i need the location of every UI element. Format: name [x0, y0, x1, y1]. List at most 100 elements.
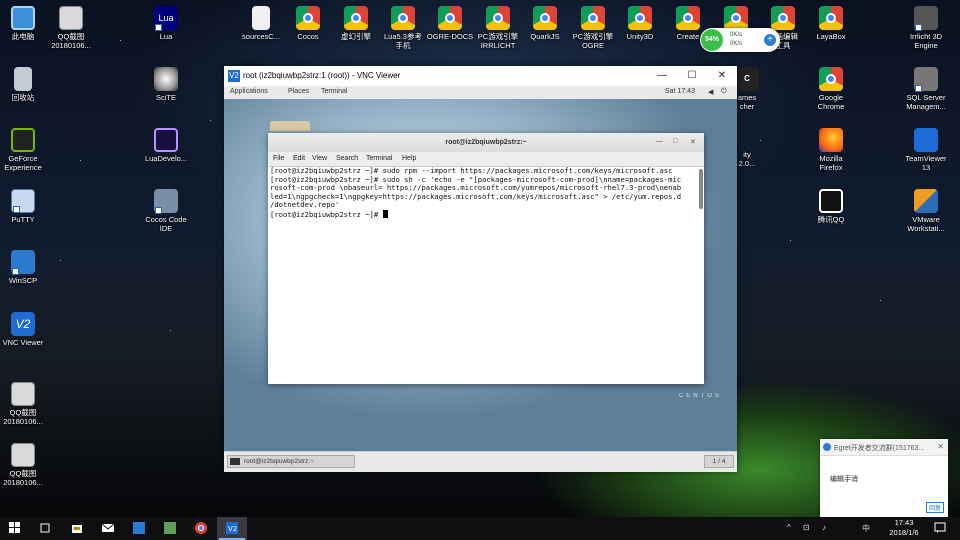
desktop-icon-qq[interactable]: 腾讯QQ: [802, 189, 860, 224]
applications-menu[interactable]: Applications: [230, 88, 268, 95]
desktop-icon-teamviewer[interactable]: TeamViewer 13: [897, 128, 955, 172]
shortcut-arrow-icon: [915, 24, 922, 31]
shortcut-arrow-icon: [13, 206, 20, 213]
terminal-title-bar[interactable]: root@iz2bqiuwbp2strz:~ — □ ✕: [268, 133, 704, 153]
taskbar-app-green[interactable]: [155, 517, 185, 540]
shortcut-arrow-icon: [155, 207, 162, 214]
app-icon: [164, 522, 176, 534]
gnome-clock[interactable]: Sat 17:43: [665, 88, 695, 95]
desktop-icon-cocos-ide[interactable]: Cocos Code IDE: [137, 189, 195, 233]
volume-icon[interactable]: ◀: [708, 88, 713, 96]
firefox-icon: [819, 128, 843, 152]
taskbar-vnc-viewer[interactable]: V2: [217, 517, 247, 540]
desktop-icon-layabox[interactable]: LayaBox: [802, 6, 860, 41]
terminal-maximize-button[interactable]: □: [673, 138, 677, 145]
menu-search[interactable]: Search: [336, 155, 358, 162]
ime-indicator[interactable]: 中: [862, 523, 870, 534]
luadev-icon: [154, 128, 178, 152]
qq-message-notification[interactable]: Egret开发者交流群(151763... ✕ 编辑手消 回复: [820, 439, 948, 517]
desktop-icon-putty[interactable]: PuTTY: [0, 189, 52, 224]
menu-terminal[interactable]: Terminal: [366, 155, 392, 162]
minimize-button[interactable]: —: [647, 66, 677, 86]
taskbar-app-blue[interactable]: [124, 517, 154, 540]
desktop-icon-qq-screenshot[interactable]: QQ截图 20180106...: [0, 382, 52, 426]
gnome-bottom-panel: root@iz2bqiuwbp2strz:~ 1 / 4: [224, 451, 737, 472]
desktop-icon-google-chrome[interactable]: Google Chrome: [802, 67, 860, 111]
geforce-icon: [11, 128, 35, 152]
terminal-prompt: [root@iz2bqiuwbp2strz ~]#: [270, 209, 383, 219]
power-icon[interactable]: ⏻: [721, 88, 727, 96]
taskbar-mail[interactable]: [93, 517, 123, 540]
network-icon[interactable]: ⊡: [803, 523, 810, 532]
game-launcher-icon: C: [735, 67, 759, 91]
tray-overflow-icon[interactable]: ^: [787, 523, 791, 532]
terminal-close-button[interactable]: ✕: [690, 138, 696, 146]
lua-icon: Lua: [154, 6, 178, 31]
start-button[interactable]: [0, 517, 30, 540]
window-list-item-terminal[interactable]: root@iz2bqiuwbp2strz:~: [227, 455, 355, 468]
recycle-bin-icon: [14, 67, 32, 91]
network-speed-widget[interactable]: 54% 0K/s 0K/s +: [700, 28, 780, 52]
app-icon: [133, 522, 145, 534]
menu-view[interactable]: View: [312, 155, 327, 162]
chrome-icon: [195, 522, 207, 534]
action-center-icon[interactable]: [934, 522, 946, 534]
star: [210, 120, 211, 121]
terminal-window[interactable]: root@iz2bqiuwbp2strz:~ — □ ✕ File Edit V…: [268, 133, 704, 384]
desktop-icon-sql-server[interactable]: SQL Server Managem...: [897, 67, 955, 111]
close-button[interactable]: ✕: [707, 66, 737, 86]
desktop-icon-vmware[interactable]: VMware Workstati...: [897, 189, 955, 233]
svg-text:V2: V2: [228, 525, 237, 533]
terminal-minimize-button[interactable]: —: [656, 138, 663, 145]
terminal-icon: [230, 458, 240, 465]
clock-time: 17:43: [894, 518, 914, 527]
chrome-icon: [296, 6, 320, 30]
desktop-icon-luadevelopment[interactable]: LuaDevelo...: [137, 128, 195, 163]
taskbar-store[interactable]: [62, 517, 92, 540]
sql-server-icon: [914, 67, 938, 92]
workspace-pager[interactable]: 1 / 4: [704, 455, 734, 468]
terminal-scrollbar[interactable]: [699, 169, 703, 209]
desktop-icon-recycle-bin[interactable]: 回收站: [0, 67, 52, 102]
taskbar-chrome[interactable]: [186, 517, 216, 540]
vnc-window-title: root (iz2bqiuwbp2strz:1 (root)) - VNC Vi…: [243, 71, 401, 80]
vnc-title-bar[interactable]: V2 root (iz2bqiuwbp2strz:1 (root)) - VNC…: [224, 66, 737, 86]
terminal-output[interactable]: [root@iz2bqiuwbp2strz ~]# sudo rpm --imp…: [270, 166, 696, 381]
shortcut-arrow-icon: [12, 268, 19, 275]
desktop-icon-winscp[interactable]: WinSCP: [0, 250, 52, 285]
menu-help[interactable]: Help: [402, 155, 416, 162]
download-speed: 0K/s: [730, 41, 743, 47]
maximize-button[interactable]: ☐: [677, 66, 707, 86]
windows-taskbar: V2 ^ ⊡ ♪ 中 17:43 2018/1/6: [0, 517, 960, 540]
menu-file[interactable]: File: [273, 155, 284, 162]
chrome-icon: [819, 67, 843, 91]
folder-icon[interactable]: [270, 121, 310, 131]
gnome-top-panel: Applications Places Terminal Sat 17:43 ◀…: [224, 86, 737, 100]
desktop-icon-lua[interactable]: Lua Lua: [137, 6, 195, 41]
speaker-icon[interactable]: ♪: [822, 523, 826, 532]
chrome-icon: [771, 6, 795, 30]
places-menu[interactable]: Places: [288, 88, 309, 95]
menu-edit[interactable]: Edit: [293, 155, 305, 162]
star: [120, 40, 121, 41]
desktop-icon-qq-screenshot[interactable]: QQ截图 20180106...: [42, 6, 100, 50]
desktop-icon-scite[interactable]: SciTE: [137, 67, 195, 102]
irrlicht-icon: [914, 6, 938, 31]
accelerate-button[interactable]: +: [764, 34, 776, 46]
terminal-menu[interactable]: Terminal: [321, 88, 347, 95]
desktop-icon-vnc-viewer[interactable]: V2 VNC Viewer: [0, 312, 52, 347]
system-clock[interactable]: 17:43 2018/1/6: [884, 518, 924, 538]
chrome-icon: [581, 6, 605, 30]
notification-close-button[interactable]: ✕: [937, 442, 944, 451]
task-view-button[interactable]: [30, 517, 60, 540]
windows-logo-icon: [9, 522, 20, 533]
qq-icon: [823, 443, 831, 451]
vnc-viewer-icon: V2: [226, 522, 238, 534]
desktop-icon-irrlicht-engine[interactable]: Irrlicht 3D Engine: [897, 6, 955, 50]
desktop-icon-geforce[interactable]: GeForce Experience: [0, 128, 52, 172]
terminal-line: /dotnetdev.repo': [270, 200, 340, 210]
notification-reply-button[interactable]: 回复: [925, 502, 944, 513]
desktop-icon-firefox[interactable]: Mozilla Firefox: [802, 128, 860, 172]
desktop-icon-qq-screenshot[interactable]: QQ截图 20180106...: [0, 443, 52, 487]
star: [170, 330, 171, 331]
